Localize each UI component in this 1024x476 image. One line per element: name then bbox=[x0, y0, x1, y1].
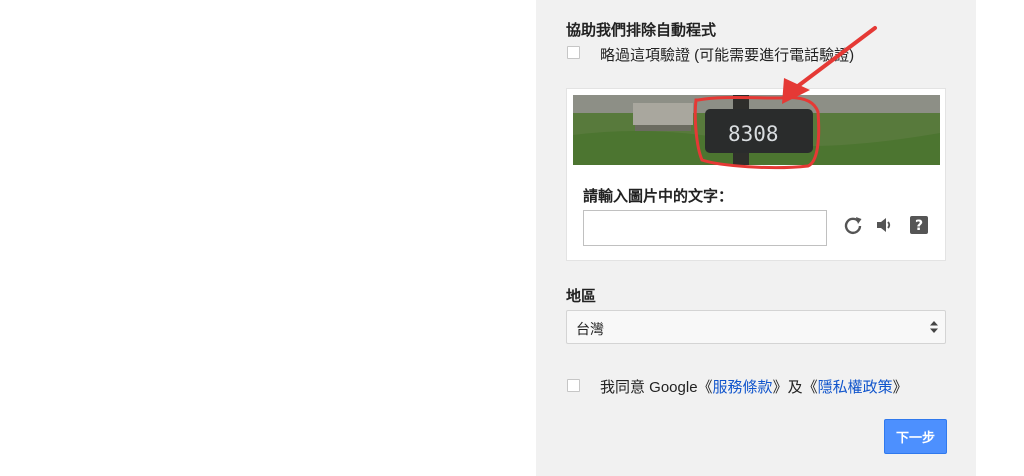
help-icon[interactable]: ? bbox=[908, 214, 930, 236]
svg-text:?: ? bbox=[915, 218, 923, 234]
region-label: 地區 bbox=[566, 288, 597, 305]
red-annotation bbox=[693, 26, 877, 170]
select-arrows-icon bbox=[930, 321, 938, 333]
region-selected-value: 台灣 bbox=[576, 321, 604, 337]
privacy-link[interactable]: 隱私權政策 bbox=[818, 379, 893, 396]
captcha-prompt: 請輸入圖片中的文字： bbox=[583, 188, 734, 205]
next-button[interactable]: 下一步 bbox=[884, 419, 947, 454]
audio-icon[interactable] bbox=[873, 214, 895, 236]
agreement-middle: 》及《 bbox=[772, 379, 818, 396]
reload-icon[interactable] bbox=[842, 214, 864, 236]
terms-link[interactable]: 服務條款 bbox=[713, 379, 773, 396]
agreement-suffix: 》 bbox=[892, 379, 908, 396]
agreement-text: 我同意 Google《服務條款》及《隱私權政策》 bbox=[600, 376, 908, 397]
agree-checkbox[interactable] bbox=[567, 379, 580, 392]
skip-verification-checkbox[interactable] bbox=[567, 46, 580, 59]
region-select[interactable]: 台灣 bbox=[566, 310, 946, 344]
agreement-prefix: 我同意 Google《 bbox=[600, 379, 713, 396]
captcha-input[interactable] bbox=[583, 210, 827, 246]
